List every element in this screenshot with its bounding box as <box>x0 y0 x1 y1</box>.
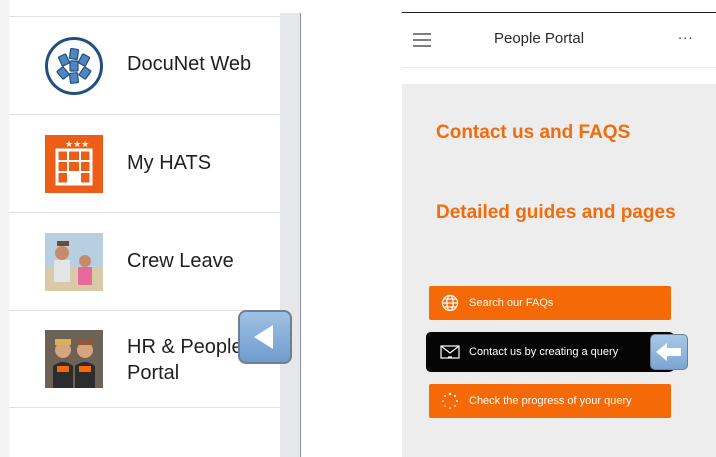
docunet-logo-icon <box>45 36 103 95</box>
search-faqs-button[interactable]: Search our FAQs <box>429 286 671 320</box>
globe-icon <box>435 294 465 312</box>
app-label: DocuNet Web <box>127 53 252 75</box>
app-label-line1: HR & People <box>127 336 243 358</box>
portal-header: People Portal ... <box>402 13 716 68</box>
portal-body: Contact us and FAQS Detailed guides and … <box>402 84 716 457</box>
hr-portal-photo <box>45 330 103 388</box>
guides-pages-heading[interactable]: Detailed guides and pages <box>436 202 676 224</box>
more-options-icon[interactable]: ... <box>678 26 694 43</box>
check-progress-button[interactable]: Check the progress of your query <box>429 384 671 418</box>
panel-scroll-gutter <box>280 13 300 457</box>
app-item-my-hats[interactable]: ★★★ My HATS <box>9 115 280 213</box>
button-label: Search our FAQs <box>469 297 554 309</box>
app-label: My HATS <box>127 152 212 174</box>
create-query-button[interactable]: Contact us by creating a query <box>427 333 673 371</box>
panel-left-margin <box>0 0 9 457</box>
app-item-docunet-web[interactable]: DocuNet Web <box>9 17 280 115</box>
panel-divider <box>300 13 301 457</box>
spinner-icon <box>435 392 465 410</box>
button-label: Contact us by creating a query <box>469 346 619 358</box>
people-portal-panel: People Portal ... Contact us and FAQS De… <box>402 12 716 457</box>
app-label-line2: Portal <box>127 362 180 384</box>
app-list-panel: DocuNet Web ★★★ My HATS Crew Leave HR & … <box>0 0 302 457</box>
app-item-crew-leave[interactable]: Crew Leave <box>9 213 280 311</box>
page-title: People Portal <box>493 30 585 47</box>
left-triangle-icon <box>238 310 292 364</box>
left-arrow-icon <box>650 334 688 370</box>
hotel-building-icon: ★★★ <box>45 134 103 193</box>
app-label: Crew Leave <box>127 250 234 272</box>
contact-faqs-heading[interactable]: Contact us and FAQS <box>436 122 630 144</box>
button-label: Check the progress of your query <box>469 395 632 407</box>
envelope-icon <box>435 344 465 360</box>
crew-leave-photo <box>45 232 103 291</box>
